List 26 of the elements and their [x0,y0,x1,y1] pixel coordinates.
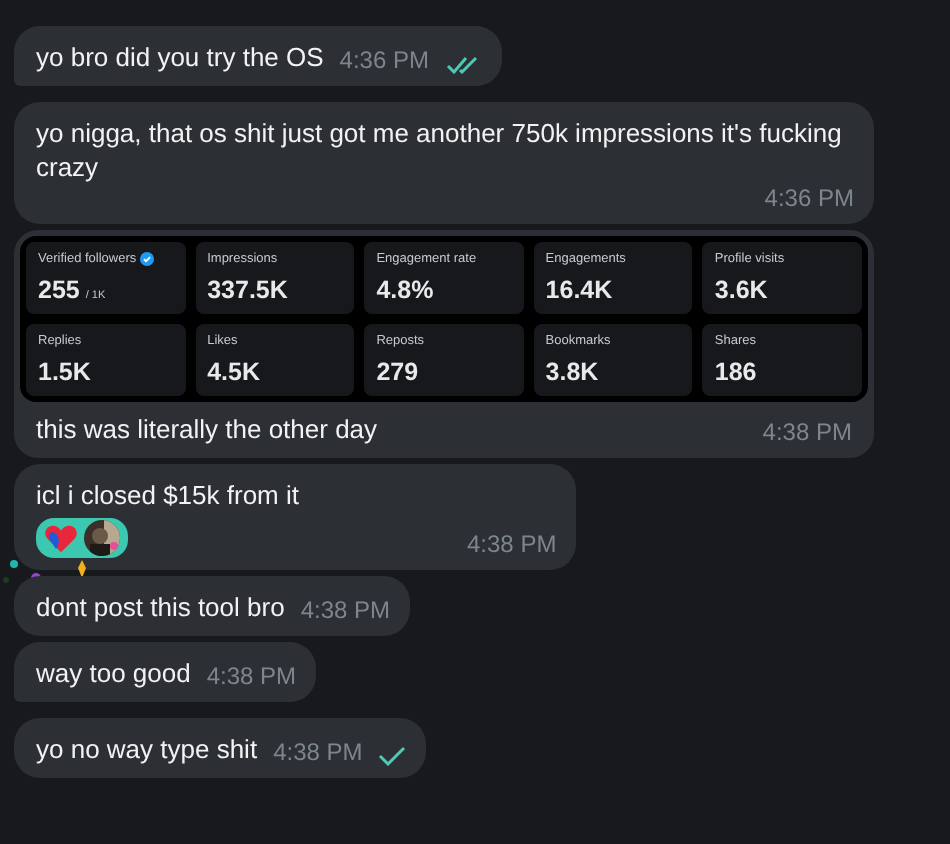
stat-value: 3.6K [714,276,768,304]
message-text: this was literally the other day [36,412,378,446]
message-time: 4:38 PM [300,596,391,624]
message-time: 4:38 PM [206,662,297,690]
message-time: 4:38 PM [467,530,557,558]
message-text: way too good [36,656,191,690]
stat-value: 4.5K [207,358,260,386]
message-text: dont post this tool bro [36,590,285,624]
message-time: 4:38 PM [273,738,363,766]
stat-value: 279 [376,358,419,386]
reaction-button[interactable] [36,518,128,558]
stat-value: 255 [38,276,80,304]
stat-value: 186 [714,358,757,386]
stat-value: 1.5K [38,358,91,386]
stat-value: 3.8K [545,358,599,386]
message-text: yo bro did you try the OS [36,40,324,74]
message-time: 4:36 PM [764,184,854,212]
stat-value: 16.4K [545,276,613,304]
message-time: 4:36 PM [339,46,429,74]
message-text: yo no way type shit [36,732,258,766]
heart-icon [44,523,78,553]
message-time: 4:38 PM [762,418,852,446]
stat-value: 4.8% [376,276,434,304]
stat-value: 337.5K [207,276,288,304]
message-text: yo nigga, that os shit just got me another 750k impressions it's fucking crazy [36,116,844,184]
message-text: icl i closed $15k from it [36,478,299,512]
